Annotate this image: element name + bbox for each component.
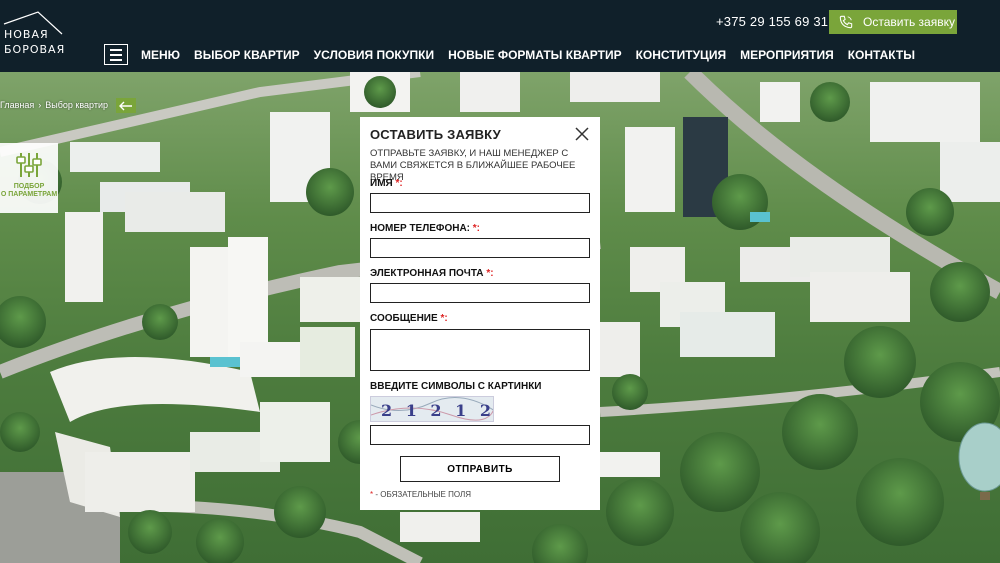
request-modal: Оставить заявку Отправьте заявку, и наш … — [360, 117, 600, 510]
modal-subtitle: Отправьте заявку, и наш менеджер с вами … — [370, 148, 576, 183]
nav-item-purchase-terms[interactable]: Условия покупки — [314, 48, 434, 62]
name-label-text: Имя — [370, 178, 393, 189]
captcha-text: 2 1 2 1 2 — [381, 401, 494, 420]
captcha-image: 2 1 2 1 2 — [370, 396, 494, 422]
logo-text-line2: Боровая — [4, 43, 66, 56]
request-button[interactable]: Оставить заявку — [829, 10, 957, 34]
phone-field[interactable] — [370, 238, 590, 258]
nav-item-new-formats[interactable]: Новые форматы квартир — [448, 48, 622, 62]
filter-label: Подбор о параметрам — [1, 183, 57, 200]
phone-required-mark: *: — [472, 223, 481, 234]
name-label: Имя *: — [370, 178, 403, 189]
phone-label-text: Номер телефона: — [370, 223, 470, 234]
required-note: * - обязательные поля — [370, 490, 471, 499]
submit-button[interactable]: Отправить — [400, 456, 560, 482]
close-icon[interactable] — [574, 126, 590, 142]
captcha-label: Введите символы с картинки — [370, 381, 542, 392]
breadcrumb-home[interactable]: Главная — [0, 100, 34, 110]
name-required-mark: *: — [395, 178, 403, 189]
nav-item-events[interactable]: Мероприятия — [740, 48, 834, 62]
email-label: Электронная почта *: — [370, 268, 494, 279]
main-nav: Меню Выбор квартир Условия покупки Новые… — [141, 48, 915, 62]
filter-label-line1: Подбор — [13, 183, 45, 190]
filter-panel-button[interactable]: Подбор о параметрам — [0, 143, 58, 213]
email-field[interactable] — [370, 283, 590, 303]
email-required-mark: *: — [486, 268, 494, 279]
message-required-mark: *: — [440, 313, 448, 324]
nav-item-apartments[interactable]: Выбор квартир — [194, 48, 300, 62]
nav-item-contacts[interactable]: Контакты — [848, 48, 915, 62]
header-phone[interactable]: +375 29 155 69 31 — [716, 14, 828, 29]
nav-item-menu[interactable]: Меню — [141, 48, 180, 62]
arrow-left-icon — [119, 101, 132, 110]
modal-title: Оставить заявку — [370, 127, 501, 142]
logo-text-line1: Новая — [4, 28, 49, 41]
phone-icon — [839, 15, 853, 29]
back-button[interactable] — [116, 98, 136, 113]
hamburger-menu-icon[interactable] — [104, 44, 128, 65]
captcha-field[interactable] — [370, 425, 590, 445]
note-text: - обязательные поля — [373, 490, 471, 499]
phone-label: Номер телефона: *: — [370, 223, 480, 234]
email-label-text: Электронная почта — [370, 268, 484, 279]
breadcrumb-current: Выбор квартир — [45, 100, 108, 110]
breadcrumb: Главная › Выбор квартир — [0, 100, 108, 110]
filter-label-line2: о параметрам — [0, 191, 58, 199]
message-label-text: Сообщение — [370, 313, 438, 324]
breadcrumb-separator-icon: › — [38, 100, 42, 110]
name-field[interactable] — [370, 193, 590, 213]
request-button-label: Оставить заявку — [863, 15, 955, 29]
logo[interactable]: Новая Боровая — [0, 10, 80, 62]
captcha-noise: 2 1 2 1 2 — [371, 397, 494, 421]
message-field[interactable] — [370, 329, 590, 371]
sliders-icon — [16, 153, 42, 177]
message-label: Сообщение *: — [370, 313, 448, 324]
site-header: Новая Боровая +375 29 155 69 31 Оставить… — [0, 0, 1000, 72]
nav-item-constitution[interactable]: Конституция — [636, 48, 726, 62]
